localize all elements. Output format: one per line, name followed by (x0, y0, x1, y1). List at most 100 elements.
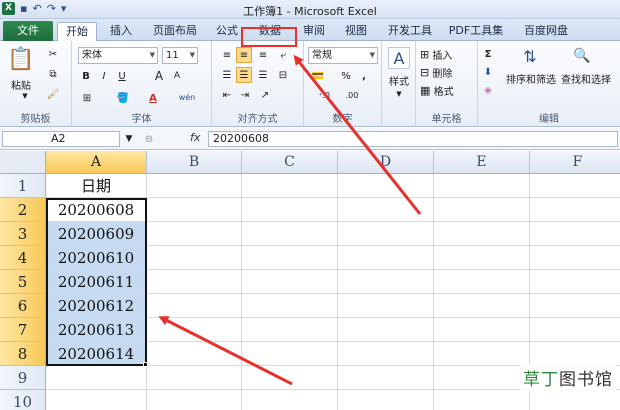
row-header[interactable]: 4 (0, 246, 46, 270)
cell[interactable] (434, 366, 530, 390)
tab-page-layout[interactable]: 页面布局 (146, 22, 204, 41)
tab-file[interactable]: 文件 (3, 21, 53, 41)
cell[interactable] (338, 174, 434, 198)
find-select-icon[interactable]: 🔍 (570, 45, 594, 67)
font-size-select[interactable]: 11 ▼ (162, 47, 198, 64)
formula-bar-options-icon[interactable]: ⊝ (142, 132, 156, 146)
cell[interactable] (530, 246, 620, 270)
cell-a[interactable]: 20200610 (46, 246, 147, 270)
name-box[interactable]: A2 (2, 131, 120, 147)
format-painter-icon[interactable]: 🖌 (46, 87, 60, 101)
autosum-button[interactable]: Σ (482, 47, 494, 61)
column-header-c[interactable]: C (242, 151, 338, 174)
select-all-button[interactable] (0, 151, 46, 174)
row-header[interactable]: 5 (0, 270, 46, 294)
column-header-a[interactable]: A (46, 151, 147, 174)
cell[interactable] (338, 318, 434, 342)
cell[interactable] (147, 294, 242, 318)
find-select-button[interactable]: 查找和选择 (558, 71, 614, 86)
formula-input[interactable]: 20200608 (208, 131, 618, 147)
cell[interactable] (530, 174, 620, 198)
insert-cells-button[interactable]: ⊞ 插入 (420, 47, 476, 62)
row-header[interactable]: 10 (0, 390, 46, 410)
cell[interactable] (434, 390, 530, 410)
row-header[interactable]: 3 (0, 222, 46, 246)
tab-formulas[interactable]: 公式 (210, 22, 244, 41)
cell[interactable] (434, 318, 530, 342)
cell[interactable] (530, 342, 620, 366)
number-format-select[interactable]: 常规 ▼ (308, 47, 378, 64)
tab-baidu-netdisk[interactable]: 百度网盘 (516, 22, 576, 41)
cell-a[interactable]: 日期 (46, 174, 147, 198)
copy-icon[interactable]: ⧉ (46, 67, 60, 81)
font-name-select[interactable]: 宋体 ▼ (78, 47, 158, 64)
column-header-d[interactable]: D (338, 151, 434, 174)
cell[interactable] (242, 174, 338, 198)
decrease-decimal-icon[interactable]: .00 (340, 89, 364, 101)
cell[interactable] (434, 246, 530, 270)
column-header-e[interactable]: E (434, 151, 530, 174)
cell[interactable] (147, 246, 242, 270)
align-top-icon[interactable]: ≡ (220, 49, 234, 61)
cell-a[interactable]: 20200612 (46, 294, 147, 318)
cell[interactable] (530, 198, 620, 222)
accounting-format-icon[interactable]: 💳 (310, 69, 326, 83)
font-color-button[interactable]: A (146, 91, 160, 105)
tab-developer[interactable]: 开发工具 (382, 22, 438, 41)
cell[interactable] (242, 222, 338, 246)
merge-center-icon[interactable]: ⊟ (276, 69, 290, 81)
cell[interactable] (338, 198, 434, 222)
cell[interactable] (242, 366, 338, 390)
cell[interactable] (242, 270, 338, 294)
cell[interactable] (242, 318, 338, 342)
cell[interactable] (530, 318, 620, 342)
row-header[interactable]: 9 (0, 366, 46, 390)
sort-filter-icon[interactable]: ⇅ (518, 45, 542, 67)
tab-review[interactable]: 审阅 (296, 22, 332, 41)
fill-icon[interactable]: ⬇ (482, 65, 494, 79)
paste-dropdown-icon[interactable]: ▼ (20, 91, 30, 101)
chevron-down-icon[interactable]: ▼ (394, 89, 404, 99)
cell-a[interactable]: 20200613 (46, 318, 147, 342)
phonetic-guide-button[interactable]: wén (176, 89, 198, 105)
row-header[interactable]: 7 (0, 318, 46, 342)
cell[interactable] (434, 294, 530, 318)
cell-a[interactable]: 20200608 (46, 198, 147, 222)
fill-color-icon[interactable]: 🪣 (116, 91, 130, 105)
cell[interactable] (242, 294, 338, 318)
cell[interactable] (530, 294, 620, 318)
cell[interactable] (338, 222, 434, 246)
cell[interactable] (434, 198, 530, 222)
cell[interactable] (530, 222, 620, 246)
cell[interactable] (338, 270, 434, 294)
comma-button[interactable]: , (358, 69, 370, 83)
row-header[interactable]: 6 (0, 294, 46, 318)
orientation-icon[interactable]: ↗ (258, 89, 272, 101)
cell[interactable] (338, 390, 434, 410)
cell[interactable] (530, 270, 620, 294)
cell[interactable] (338, 246, 434, 270)
cell[interactable] (434, 174, 530, 198)
tab-home[interactable]: 开始 (57, 22, 97, 41)
cell-a[interactable] (46, 366, 147, 390)
cell[interactable] (434, 270, 530, 294)
cell[interactable] (434, 222, 530, 246)
clear-icon[interactable]: ◈ (482, 83, 494, 97)
cell[interactable] (147, 270, 242, 294)
cell[interactable] (147, 222, 242, 246)
bold-button[interactable]: B (80, 69, 92, 83)
paste-button[interactable]: 粘贴 (4, 77, 38, 92)
delete-cells-button[interactable]: ⊟ 删除 (420, 65, 476, 80)
cell[interactable] (338, 294, 434, 318)
cell[interactable] (147, 198, 242, 222)
percent-button[interactable]: % (340, 69, 352, 83)
cell[interactable] (242, 342, 338, 366)
cell-a[interactable]: 20200609 (46, 222, 147, 246)
tab-insert[interactable]: 插入 (103, 22, 139, 41)
align-right-icon[interactable]: ☰ (256, 69, 270, 81)
cell-a[interactable]: 20200611 (46, 270, 147, 294)
italic-button[interactable]: I (98, 69, 110, 83)
sort-filter-button[interactable]: 排序和筛选 (504, 71, 558, 86)
styles-icon[interactable]: A (388, 47, 410, 69)
borders-icon[interactable]: ⊞ (80, 91, 94, 105)
